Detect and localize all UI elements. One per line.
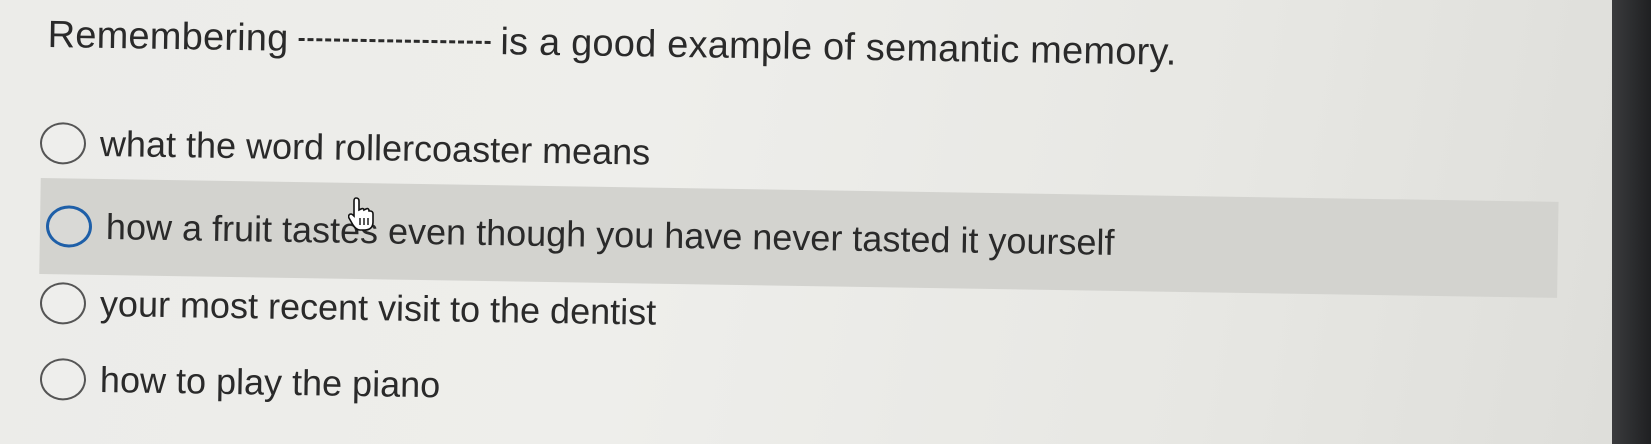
radio-circle-icon[interactable] (45, 205, 93, 248)
answer-option-2[interactable]: how a fruit tastes even though you have … (39, 178, 1559, 298)
radio-circle-icon[interactable] (39, 122, 87, 165)
screen-bezel (1612, 0, 1651, 444)
hand-pointer-icon (348, 197, 374, 231)
answer-option-label: how a fruit tastes even though you have … (105, 206, 1115, 263)
radio-circle-icon[interactable] (39, 358, 87, 401)
answer-options: what the word rollercoaster means how a … (0, 0, 1612, 444)
radio-circle-icon[interactable] (39, 282, 87, 325)
answer-option-label: your most recent visit to the dentist (99, 282, 657, 333)
answer-option-3[interactable]: your most recent visit to the dentist (39, 282, 657, 334)
quiz-page: Remembering is a good example of semantic… (0, 0, 1612, 444)
answer-option-1[interactable]: what the word rollercoaster means (39, 122, 651, 174)
answer-option-label: how to play the piano (99, 358, 441, 406)
answer-option-4[interactable]: how to play the piano (39, 358, 441, 406)
answer-option-label: what the word rollercoaster means (99, 122, 651, 173)
